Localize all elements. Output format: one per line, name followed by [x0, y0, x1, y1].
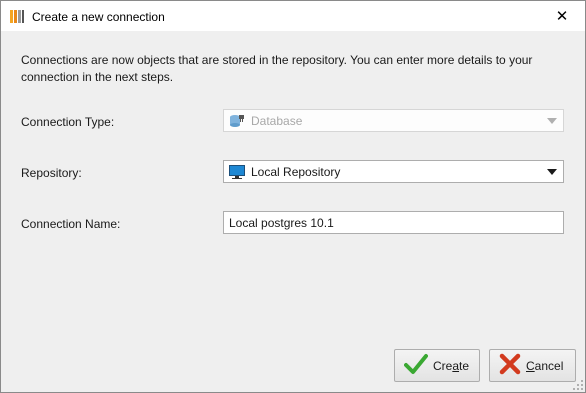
check-icon	[404, 353, 428, 378]
connection-type-value: Database	[251, 113, 303, 128]
connection-name-label: Connection Name:	[21, 217, 121, 231]
app-logo-icon	[9, 9, 25, 24]
connection-type-label: Connection Type:	[21, 115, 115, 129]
repository-value: Local Repository	[251, 164, 341, 179]
connection-name-input[interactable]	[223, 211, 564, 234]
create-button[interactable]: Create	[394, 349, 480, 382]
monitor-icon	[229, 164, 245, 179]
cancel-button[interactable]: Cancel	[489, 349, 576, 382]
title-bar: Create a new connection ✕	[1, 1, 585, 31]
resize-grip[interactable]	[573, 380, 583, 390]
database-plug-icon	[229, 114, 245, 128]
cancel-button-label: Cancel	[526, 358, 564, 373]
close-button[interactable]: ✕	[539, 1, 585, 31]
info-text: Connections are now objects that are sto…	[21, 53, 533, 84]
window-title: Create a new connection	[32, 10, 165, 24]
cross-icon	[499, 353, 521, 378]
close-icon: ✕	[555, 8, 569, 25]
create-button-label: Create	[433, 358, 470, 373]
connection-type-select: Database	[223, 109, 564, 132]
repository-select[interactable]: Local Repository	[223, 160, 564, 183]
repository-label: Repository:	[21, 166, 82, 180]
dialog-window: Create a new connection ✕ Connections ar…	[0, 0, 586, 393]
chevron-down-icon	[547, 169, 557, 175]
dialog-content: Connections are now objects that are sto…	[1, 31, 585, 392]
chevron-down-icon	[547, 118, 557, 124]
